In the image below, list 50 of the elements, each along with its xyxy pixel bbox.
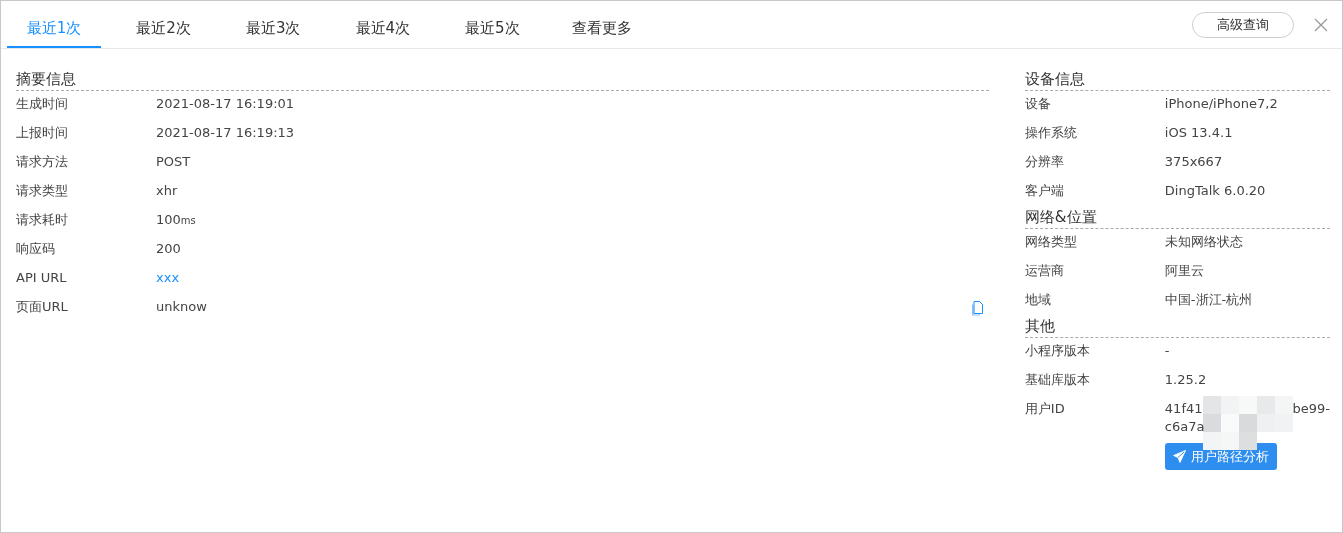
field-value: POST — [156, 154, 191, 169]
field-value: 41f41 — [1164, 400, 1203, 418]
section-title: 设备信息 — [1024, 69, 1330, 91]
send-icon — [1172, 450, 1186, 463]
tab[interactable]: 最近5次 — [445, 1, 540, 48]
field-label: 分辨率 — [1024, 153, 1065, 171]
field-label: 响应码 — [16, 240, 56, 258]
field-label: 操作系统 — [1024, 124, 1078, 142]
field-label: 页面URL — [16, 298, 69, 316]
field-value: DingTalk 6.0.20 — [1164, 182, 1267, 200]
field-value: - — [1164, 342, 1171, 360]
field-label: 客户端 — [1024, 182, 1065, 200]
field-value: 100ms — [156, 212, 196, 227]
field-label: 上报时间 — [16, 124, 69, 142]
field-label: API URL — [16, 269, 68, 287]
advanced-query-button[interactable]: 高级查询 — [1192, 11, 1294, 38]
field-label: 请求耗时 — [16, 211, 69, 229]
field-value: be99- — [1292, 400, 1330, 418]
field-value: 1.25.2 — [1164, 371, 1208, 389]
field-label: 地域 — [1024, 291, 1052, 309]
field-value: iOS 13.4.1 — [1164, 124, 1234, 142]
tab[interactable]: 最近3次 — [226, 1, 321, 48]
field-value: unknow — [156, 299, 207, 314]
section-title: 其他 — [1024, 316, 1330, 338]
copy-icon[interactable] — [970, 301, 983, 316]
field-value: 2021-08-17 16:19:13 — [156, 125, 295, 140]
field-value: 200 — [156, 241, 181, 256]
field-value: c6a7a — [1164, 418, 1205, 436]
field-label: 运营商 — [1024, 262, 1065, 280]
field-value: xhr — [156, 183, 178, 198]
field-label: 用户ID — [1024, 400, 1066, 418]
field-value: 2021-08-17 16:19:01 — [156, 96, 295, 111]
field-label: 设备 — [1024, 95, 1052, 113]
field-value: iPhone/iPhone7,2 — [1164, 95, 1279, 113]
tab[interactable]: 最近2次 — [116, 1, 211, 48]
field-value: 阿里云 — [1164, 262, 1205, 280]
field-value: 未知网络状态 — [1164, 233, 1244, 251]
section-title: 摘要信息 — [16, 69, 989, 91]
close-icon[interactable] — [1314, 17, 1328, 32]
field-label: 生成时间 — [16, 95, 69, 113]
field-label: 网络类型 — [1024, 233, 1078, 251]
section-title: 网络&位置 — [1024, 207, 1330, 229]
field-label: 基础库版本 — [1024, 371, 1091, 389]
field-label: 小程序版本 — [1024, 342, 1091, 360]
field-value: 375x667 — [1164, 153, 1224, 171]
field-label: 请求方法 — [16, 153, 69, 171]
tab[interactable]: 最近4次 — [335, 1, 430, 48]
field-value: 中国-浙江-杭州 — [1164, 291, 1254, 309]
field-label: 请求类型 — [16, 182, 69, 200]
tab[interactable]: 查看更多 — [554, 1, 649, 48]
